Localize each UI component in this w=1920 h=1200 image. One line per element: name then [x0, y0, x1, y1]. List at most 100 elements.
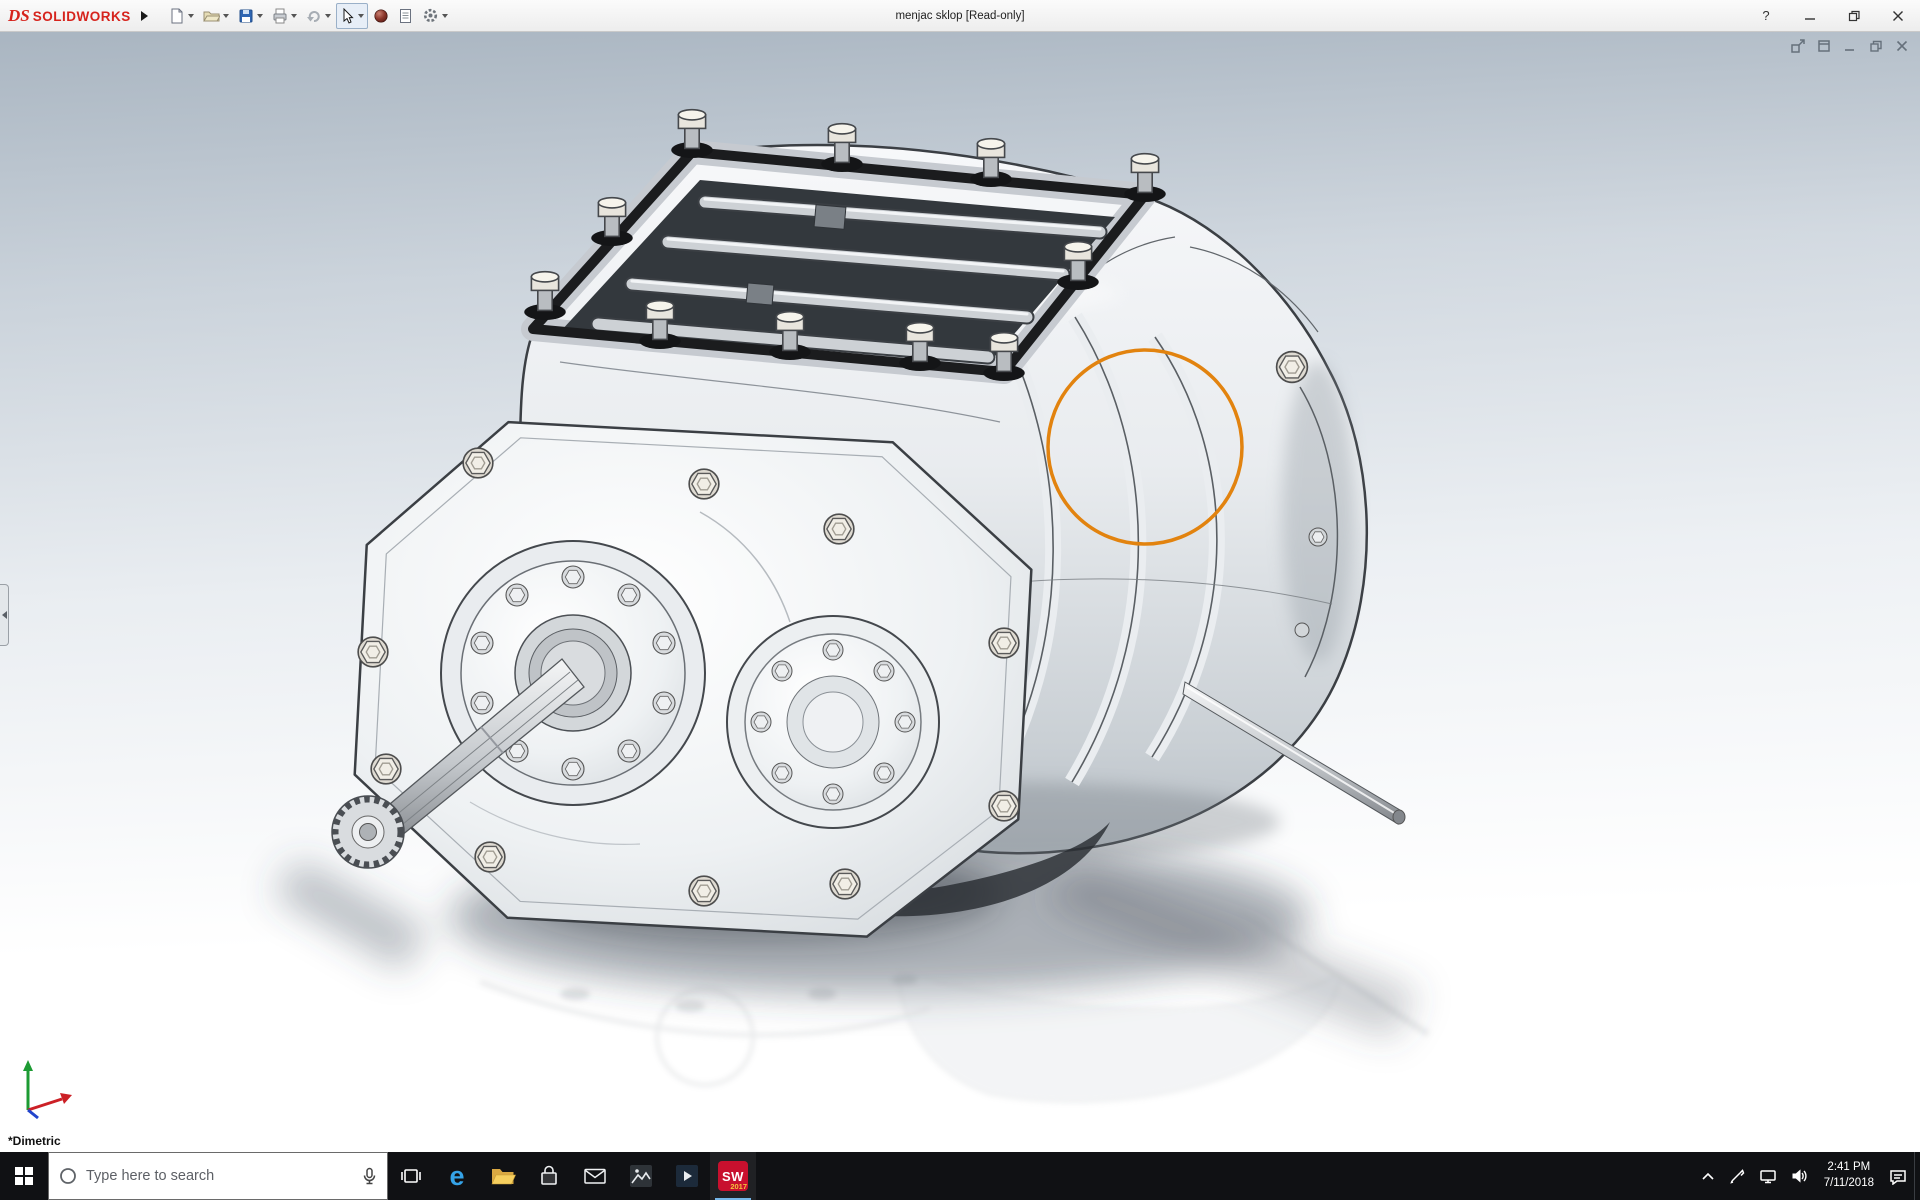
promote-panes-icon [1791, 39, 1805, 53]
doc-minimize-icon [1845, 49, 1854, 51]
help-button[interactable]: ? [1744, 0, 1788, 31]
store-button[interactable] [526, 1152, 572, 1200]
edge-icon: e [449, 1160, 465, 1191]
undo-arrow-icon [306, 10, 320, 22]
file-properties-button[interactable] [394, 3, 417, 29]
sw-year-text: 2017 [730, 1182, 747, 1191]
mail-icon [584, 1168, 606, 1184]
panel-collapse-tab[interactable] [0, 584, 9, 646]
z-axis-arrow [27, 1108, 39, 1120]
chevron-up-icon [1702, 1172, 1714, 1180]
network-icon [1759, 1170, 1776, 1184]
doc-restore-button[interactable] [1866, 37, 1886, 55]
options-button[interactable] [418, 3, 452, 29]
pen-icon [1730, 1169, 1745, 1184]
dropdown-caret[interactable] [290, 13, 297, 18]
new-window-icon [1818, 40, 1830, 52]
file-explorer-icon [491, 1169, 516, 1185]
appearances-button[interactable] [369, 3, 393, 29]
dropdown-caret[interactable] [256, 13, 263, 18]
file-explorer-button[interactable] [480, 1152, 526, 1200]
ds-logo-mark: DS [8, 5, 30, 25]
undo-button[interactable] [302, 3, 335, 29]
new-document-button[interactable] [165, 3, 198, 29]
action-center-icon [1890, 1169, 1906, 1185]
mail-button[interactable] [572, 1152, 618, 1200]
document-window-controls [1788, 37, 1912, 55]
doc-close-icon [1896, 40, 1908, 52]
open-button[interactable] [199, 3, 233, 29]
file-properties-icon [399, 8, 411, 23]
save-floppy-icon [239, 9, 253, 22]
save-button[interactable] [234, 3, 267, 29]
microphone-icon[interactable] [362, 1167, 377, 1185]
taskbar-search[interactable] [48, 1152, 388, 1200]
doc-minimize-button[interactable] [1840, 37, 1860, 55]
cortana-circle-icon [60, 1168, 76, 1184]
view-orientation-label: *Dimetric [8, 1134, 61, 1148]
volume-button[interactable] [1784, 1152, 1816, 1200]
select-tool-button[interactable] [335, 2, 368, 29]
dropdown-caret[interactable] [441, 13, 448, 18]
minimize-button[interactable] [1788, 0, 1832, 31]
brand-name: SOLIDWORKS [32, 8, 131, 24]
movies-tv-button[interactable] [664, 1152, 710, 1200]
movies-tv-icon [676, 1165, 698, 1187]
options-gear-icon [423, 8, 437, 23]
volume-icon [1792, 1169, 1807, 1183]
hidden-icons-button[interactable] [1694, 1152, 1722, 1200]
dropdown-caret[interactable] [222, 13, 229, 18]
solidworks-taskbar-button[interactable]: SW 2017 [710, 1152, 756, 1200]
menu-expand-button[interactable] [135, 5, 155, 27]
print-button[interactable] [268, 3, 301, 29]
appearance-sphere-icon [374, 8, 388, 23]
document-title: menjac sklop [Read-only] [895, 9, 1025, 22]
orientation-triad [23, 1060, 72, 1120]
network-button[interactable] [1752, 1152, 1784, 1200]
clock-date: 7/11/2018 [1823, 1177, 1874, 1189]
minimize-icon [1805, 17, 1815, 20]
photos-icon [630, 1165, 652, 1187]
start-button[interactable] [0, 1152, 48, 1200]
graphics-viewport[interactable]: *Dimetric [0, 32, 1920, 1152]
quick-access-toolbar [165, 2, 452, 29]
restore-icon [1848, 10, 1860, 21]
taskbar-clock[interactable]: 2:41 PM 7/11/2018 [1816, 1160, 1882, 1191]
new-document-icon [171, 8, 183, 23]
pen-settings-button[interactable] [1722, 1152, 1752, 1200]
close-button[interactable] [1876, 0, 1920, 31]
solidworks-logo: DS SOLIDWORKS [8, 6, 131, 26]
clock-time: 2:41 PM [1827, 1161, 1871, 1174]
edge-button[interactable]: e [434, 1152, 480, 1200]
collapse-arrow-icon [1, 611, 7, 619]
window-controls: ? [1744, 0, 1920, 31]
system-tray: 2:41 PM 7/11/2018 [1694, 1152, 1920, 1200]
promote-panes-button[interactable] [1788, 37, 1808, 55]
select-cursor-icon [343, 7, 354, 24]
right-bearing-boss[interactable] [726, 615, 940, 829]
dropdown-caret[interactable] [324, 13, 331, 18]
action-center-button[interactable] [1882, 1152, 1914, 1200]
gearbox-3d-model[interactable] [0, 32, 1920, 1152]
y-axis-arrow [23, 1060, 33, 1071]
windows-logo-icon [15, 1167, 33, 1185]
dropdown-caret[interactable] [357, 13, 364, 18]
photos-button[interactable] [618, 1152, 664, 1200]
store-icon [541, 1165, 557, 1185]
doc-restore-icon [1870, 40, 1882, 52]
open-folder-icon [202, 11, 220, 21]
task-view-icon [401, 1169, 421, 1183]
expand-arrow-icon [141, 10, 149, 21]
maximize-button[interactable] [1832, 0, 1876, 31]
dropdown-caret[interactable] [187, 13, 194, 18]
solidworks-icon: SW 2017 [718, 1161, 748, 1191]
close-icon [1893, 10, 1903, 21]
doc-close-button[interactable] [1892, 37, 1912, 55]
windows-taskbar: e SW 2017 [0, 1152, 1920, 1200]
show-desktop-button[interactable] [1914, 1152, 1920, 1200]
task-view-button[interactable] [388, 1152, 434, 1200]
app-titlebar: DS SOLIDWORKS menjac sklop [Read-only] ? [0, 0, 1920, 32]
search-input[interactable] [86, 1168, 353, 1184]
new-window-button[interactable] [1814, 37, 1834, 55]
print-icon [273, 8, 287, 23]
